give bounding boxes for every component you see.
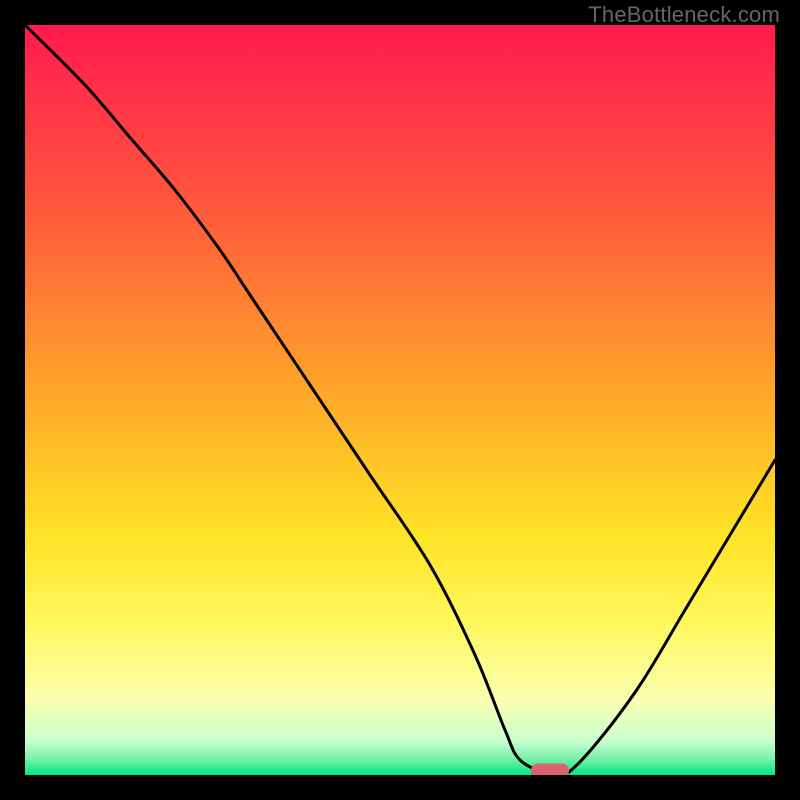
optimal-point-marker (531, 764, 569, 776)
chart-svg (25, 25, 775, 775)
plot-area (25, 25, 775, 775)
chart-background (25, 25, 775, 775)
watermark-label: TheBottleneck.com (588, 2, 780, 28)
chart-frame: TheBottleneck.com (0, 0, 800, 800)
